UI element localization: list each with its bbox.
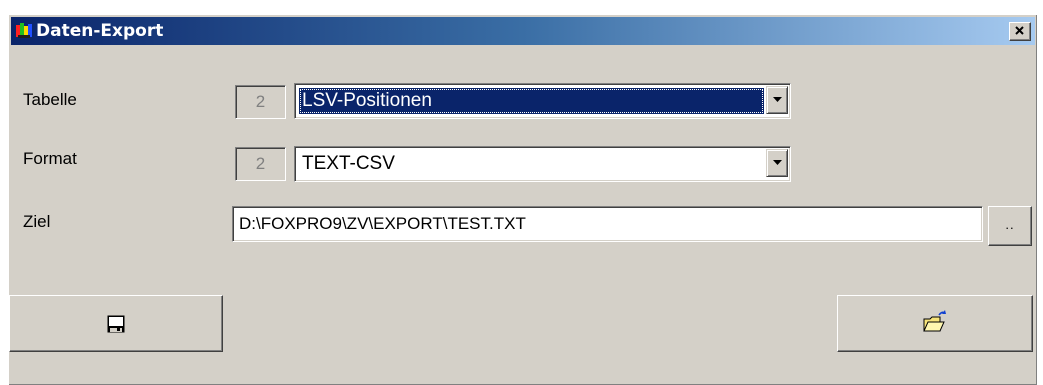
daten-export-dialog: Daten-Export Tabelle 2 LSV-Positionen Fo…: [8, 14, 1037, 385]
window-title: Daten-Export: [36, 21, 164, 41]
close-button[interactable]: [1009, 22, 1031, 41]
ziel-path-input[interactable]: D:\FOXPRO9\ZV\EXPORT\TEST.TXT: [232, 206, 983, 242]
ziel-label: Ziel: [23, 212, 51, 231]
tabelle-label: Tabelle: [23, 90, 77, 109]
open-button[interactable]: [837, 295, 1033, 352]
browse-button-label: ..: [1005, 217, 1015, 232]
app-icon: [15, 22, 33, 40]
save-button[interactable]: [9, 295, 223, 352]
tabelle-id-value: 2: [255, 92, 266, 111]
tabelle-combobox[interactable]: LSV-Positionen: [294, 83, 791, 119]
browse-button[interactable]: ..: [988, 206, 1032, 246]
tabelle-combobox-value: LSV-Positionen: [299, 88, 764, 114]
format-combobox[interactable]: TEXT-CSV: [294, 146, 791, 182]
format-combobox-value: TEXT-CSV: [302, 153, 395, 174]
format-dropdown-button[interactable]: [766, 149, 788, 177]
format-id-field: 2: [235, 147, 286, 181]
title-bar[interactable]: Daten-Export: [11, 17, 1035, 45]
format-label: Format: [23, 149, 77, 168]
format-id-value: 2: [255, 154, 266, 173]
tabelle-dropdown-button[interactable]: [766, 86, 788, 114]
ziel-path-value: D:\FOXPRO9\ZV\EXPORT\TEST.TXT: [239, 214, 526, 233]
tabelle-id-field: 2: [235, 85, 286, 119]
